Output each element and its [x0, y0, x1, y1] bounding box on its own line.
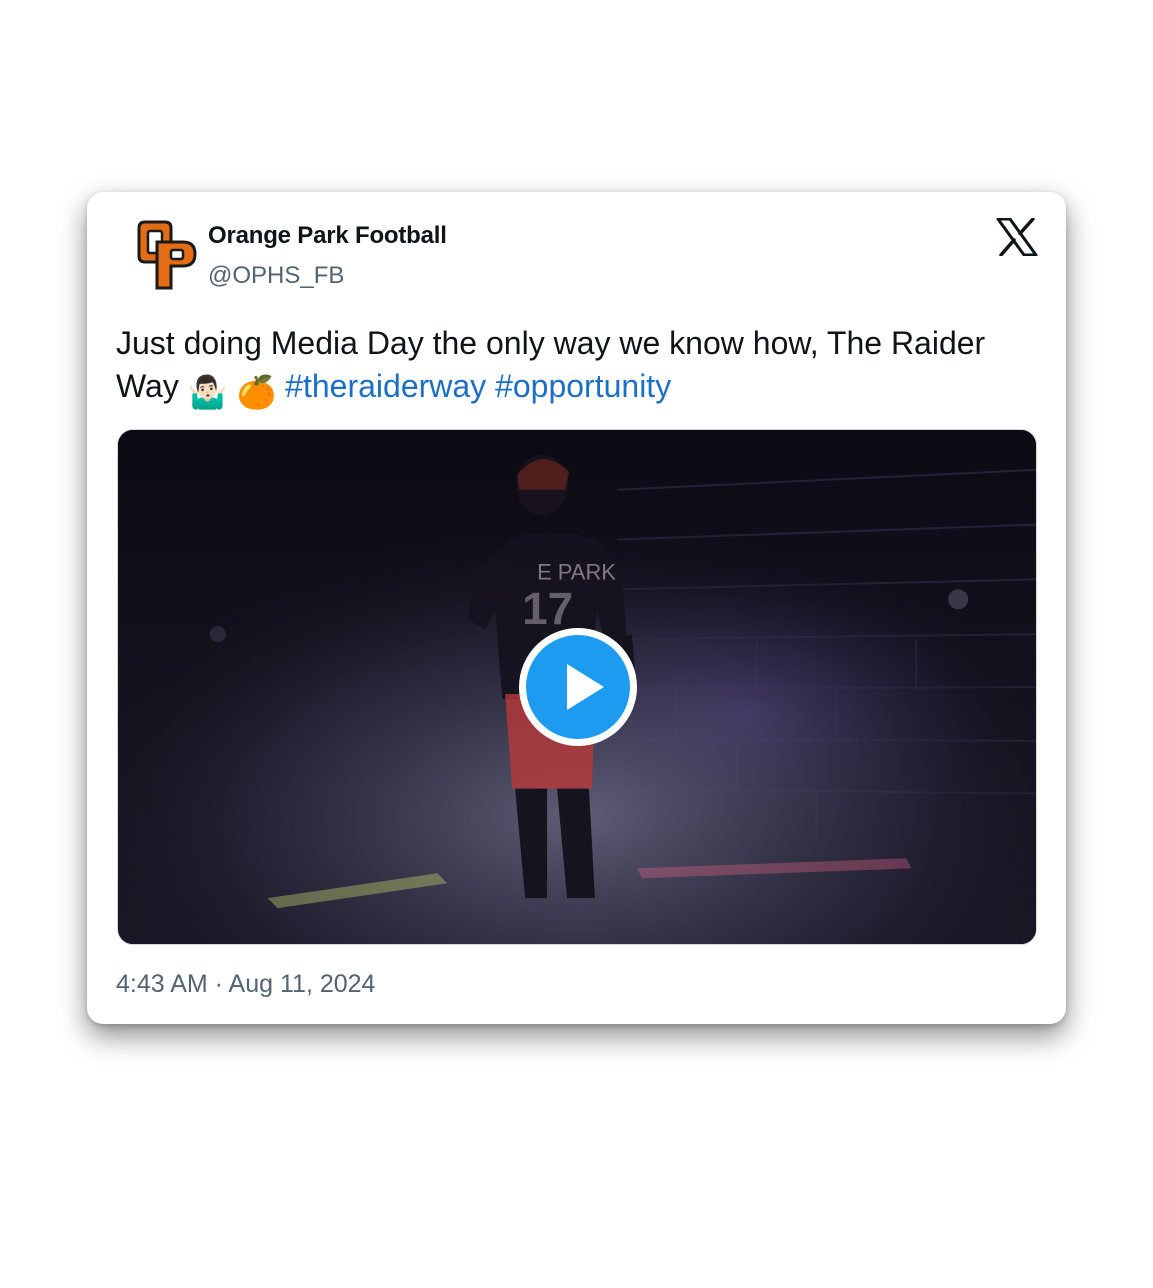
person-shrugging-emoji: 🤷🏻‍♂️ — [187, 374, 228, 410]
tweet-card: Orange Park Football @OPHS_FB Just doing… — [87, 192, 1066, 1024]
tweet-timestamp[interactable]: 4:43 AM · Aug 11, 2024 — [116, 970, 375, 999]
video-player[interactable]: E PARK 17 — [117, 429, 1037, 945]
x-logo-icon[interactable] — [996, 217, 1038, 257]
tangerine-emoji: 🍊 — [236, 374, 277, 410]
hashtag-opportunity[interactable]: #opportunity — [495, 368, 671, 404]
svg-text:17: 17 — [522, 582, 573, 634]
tweet-text: Just doing Media Day the only way we kno… — [116, 322, 1026, 414]
svg-text:E PARK: E PARK — [537, 559, 616, 584]
play-button[interactable] — [519, 628, 637, 746]
hashtag-theraiderway[interactable]: #theraiderway — [285, 368, 486, 404]
author-handle[interactable]: @OPHS_FB — [208, 262, 344, 290]
author-name[interactable]: Orange Park Football — [208, 222, 447, 250]
op-logo-icon[interactable] — [135, 220, 199, 292]
play-icon[interactable] — [526, 635, 630, 739]
